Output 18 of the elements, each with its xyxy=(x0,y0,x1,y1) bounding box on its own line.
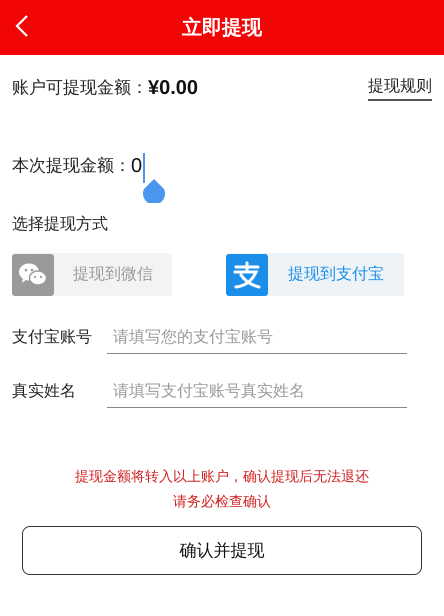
field-label: 真实姓名 xyxy=(12,382,77,402)
back-icon[interactable] xyxy=(14,14,30,38)
amount-label: 本次提现金额： xyxy=(12,155,131,177)
warning-text: 请务必检查确认 xyxy=(173,492,271,511)
rules-link[interactable]: 提现规则 xyxy=(368,75,432,101)
text-cursor-handle-icon[interactable] xyxy=(143,153,168,203)
field-label: 支付宝账号 xyxy=(12,328,93,348)
confirm-button[interactable]: 确认并提现 xyxy=(22,526,422,575)
page-title: 立即提现 xyxy=(182,16,262,40)
input-field[interactable]: 请填写您的支付宝账号 xyxy=(107,322,407,354)
method-heading: 选择提现方式 xyxy=(11,214,109,235)
balance-value: ¥0.00 xyxy=(148,76,198,101)
chat-bubbles-icon xyxy=(12,254,54,296)
amount-field[interactable]: 0 xyxy=(131,153,142,179)
input-field[interactable]: 请填写支付宝账号真实姓名 xyxy=(107,376,407,408)
balance-label: 账户可提现金额： xyxy=(12,77,148,100)
warning-text: 提现金额将转入以上账户，确认提现后无法退还 xyxy=(75,467,369,486)
alipay-glyph-icon xyxy=(226,254,268,296)
